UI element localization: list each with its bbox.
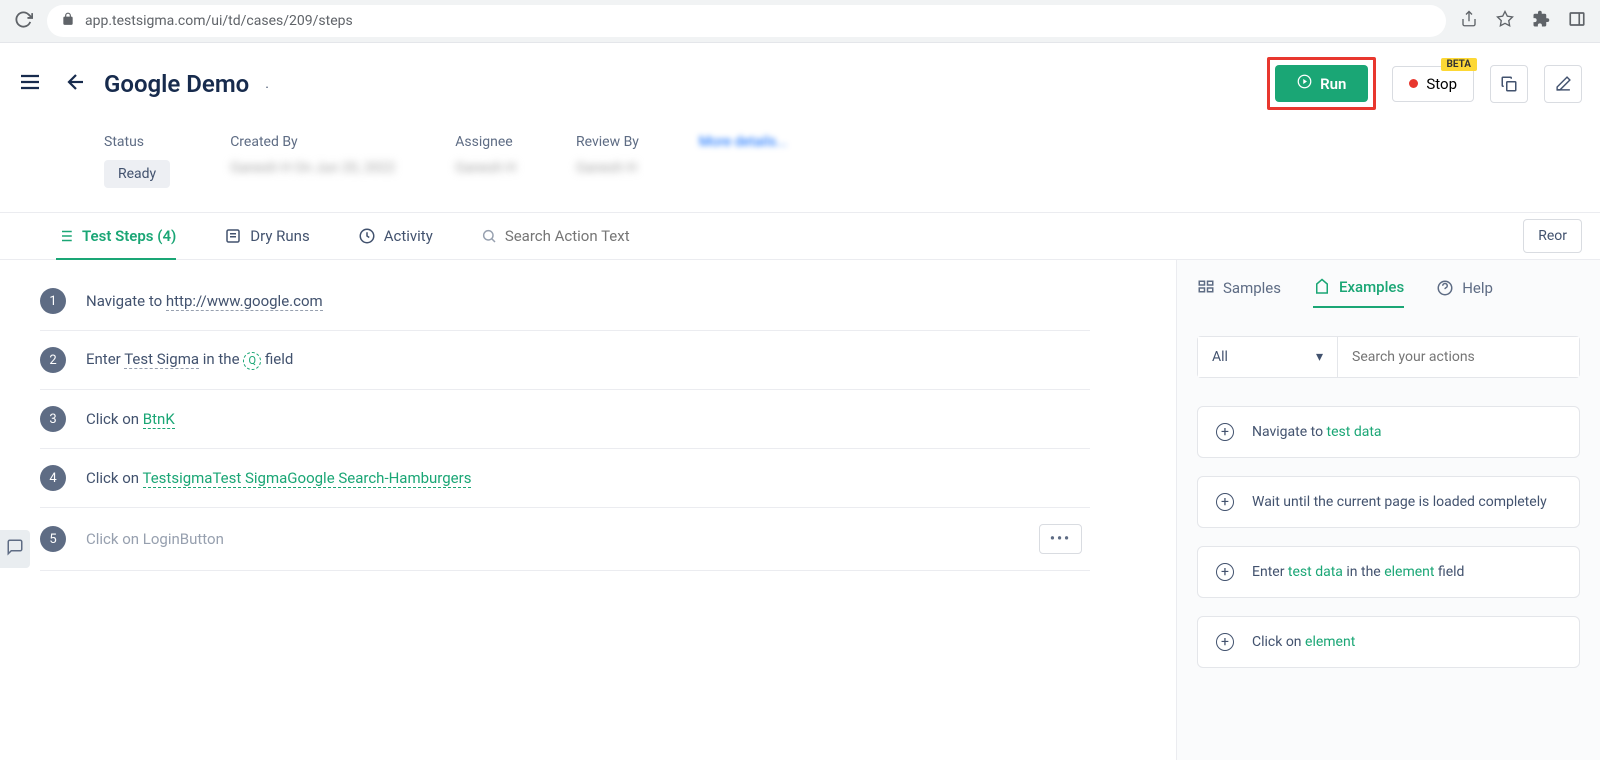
run-button[interactable]: Run (1275, 65, 1368, 102)
stop-label: Stop (1426, 75, 1457, 93)
tab-activity-label: Activity (384, 227, 433, 245)
search-icon (481, 228, 497, 244)
step-text: Enter Test Sigma in the Q field (86, 350, 293, 369)
created-by-label: Created By (230, 134, 395, 150)
page-title: Google Demo (104, 70, 249, 98)
example-text: Enter test data in the element field (1252, 564, 1464, 580)
feedback-handle[interactable] (0, 530, 30, 568)
example-text: Click on element (1252, 634, 1355, 650)
tab-dry-runs-label: Dry Runs (250, 227, 309, 245)
beta-badge: BETA (1441, 58, 1478, 71)
step-more-menu[interactable]: ••• (1039, 524, 1082, 554)
side-filter-row: All ▾ (1197, 336, 1580, 378)
assignee-value: Ganesh H (455, 160, 516, 176)
share-icon[interactable] (1460, 10, 1478, 32)
page-header: Google Demo . Run BETA Stop (0, 43, 1600, 110)
run-label: Run (1320, 75, 1346, 93)
more-details-link[interactable]: More details... (699, 134, 787, 150)
menu-icon[interactable] (18, 70, 42, 98)
step-number: 2 (40, 347, 66, 373)
filter-select[interactable]: All ▾ (1198, 337, 1338, 377)
side-panel: Samples Examples Help All ▾ + Navigate to… (1176, 260, 1600, 760)
side-tabs: Samples Examples Help (1197, 278, 1580, 308)
created-by-value: Ganesh H On Jun 20, 2022 (230, 160, 395, 176)
reorder-button[interactable]: Reor (1523, 219, 1582, 253)
panel-icon[interactable] (1568, 10, 1586, 32)
url-text: app.testsigma.com/ui/td/cases/209/steps (85, 13, 353, 29)
copy-button[interactable] (1490, 65, 1528, 103)
example-card[interactable]: + Enter test data in the element field (1197, 546, 1580, 598)
side-search-input[interactable] (1338, 337, 1579, 377)
review-by-value: Ganesh H (576, 160, 639, 176)
side-tab-help[interactable]: Help (1436, 279, 1493, 307)
lock-icon (61, 12, 75, 30)
search-wrap (481, 227, 1475, 245)
stop-button[interactable]: BETA Stop (1392, 66, 1474, 102)
play-icon (1297, 74, 1312, 93)
step-row[interactable]: 2 Enter Test Sigma in the Q field (40, 331, 1090, 390)
steps-column: 1 Navigate to http://www.google.com 2 Enter… (0, 260, 1176, 760)
star-icon[interactable] (1496, 10, 1514, 32)
plus-icon: + (1216, 563, 1234, 581)
plus-icon: + (1216, 633, 1234, 651)
step-text: Click on LoginButton (86, 530, 224, 548)
assignee-label: Assignee (455, 134, 516, 150)
step-row[interactable]: 1 Navigate to http://www.google.com (40, 272, 1090, 331)
search-action-input[interactable] (505, 227, 704, 245)
examples-list: + Navigate to test data + Wait until the cu… (1197, 406, 1580, 668)
chevron-down-icon: ▾ (1316, 349, 1323, 365)
record-dot-icon (1409, 79, 1418, 88)
tab-test-steps[interactable]: Test Steps (4) (56, 213, 176, 259)
status-badge: Ready (104, 160, 170, 188)
step-number: 5 (40, 526, 66, 552)
plus-icon: + (1216, 423, 1234, 441)
reload-icon[interactable] (14, 10, 33, 33)
example-card[interactable]: + Click on element (1197, 616, 1580, 668)
status-label: Status (104, 134, 170, 150)
example-card[interactable]: + Navigate to test data (1197, 406, 1580, 458)
filter-select-label: All (1212, 349, 1228, 365)
url-bar[interactable]: app.testsigma.com/ui/td/cases/209/steps (47, 5, 1446, 37)
side-tab-help-label: Help (1462, 279, 1493, 297)
example-text: Wait until the current page is loaded co… (1252, 494, 1547, 510)
tab-activity[interactable]: Activity (358, 213, 433, 259)
plus-icon: + (1216, 493, 1234, 511)
side-tab-examples[interactable]: Examples (1313, 278, 1404, 308)
main: 1 Navigate to http://www.google.com 2 Enter… (0, 260, 1600, 760)
meta-row: Status Ready Created By Ganesh H On Jun … (0, 110, 1600, 212)
example-card[interactable]: + Wait until the current page is loaded c… (1197, 476, 1580, 528)
step-row[interactable]: 5 Click on LoginButton ••• (40, 508, 1090, 571)
step-text: Click on BtnK (86, 410, 175, 428)
review-by-label: Review By (576, 134, 639, 150)
step-number: 1 (40, 288, 66, 314)
back-icon[interactable] (64, 70, 88, 98)
tab-dry-runs[interactable]: Dry Runs (224, 213, 309, 259)
step-number: 4 (40, 465, 66, 491)
step-text: Click on TestsigmaTest SigmaGoogle Searc… (86, 469, 471, 487)
step-row[interactable]: 4 Click on TestsigmaTest SigmaGoogle Sear… (40, 449, 1090, 508)
side-tab-samples-label: Samples (1223, 279, 1281, 297)
run-highlight: Run (1267, 57, 1376, 110)
tab-test-steps-label: Test Steps (4) (82, 227, 176, 245)
step-row[interactable]: 3 Click on BtnK (40, 390, 1090, 449)
tab-bar: Test Steps (4) Dry Runs Activity Reor (0, 212, 1600, 260)
browser-address-bar: app.testsigma.com/ui/td/cases/209/steps (0, 0, 1600, 43)
extension-icon[interactable] (1532, 10, 1550, 32)
edit-button[interactable] (1544, 65, 1582, 103)
step-number: 3 (40, 406, 66, 432)
step-text: Navigate to http://www.google.com (86, 292, 323, 310)
side-tab-examples-label: Examples (1339, 278, 1404, 296)
example-text: Navigate to test data (1252, 424, 1382, 440)
side-tab-samples[interactable]: Samples (1197, 279, 1281, 307)
